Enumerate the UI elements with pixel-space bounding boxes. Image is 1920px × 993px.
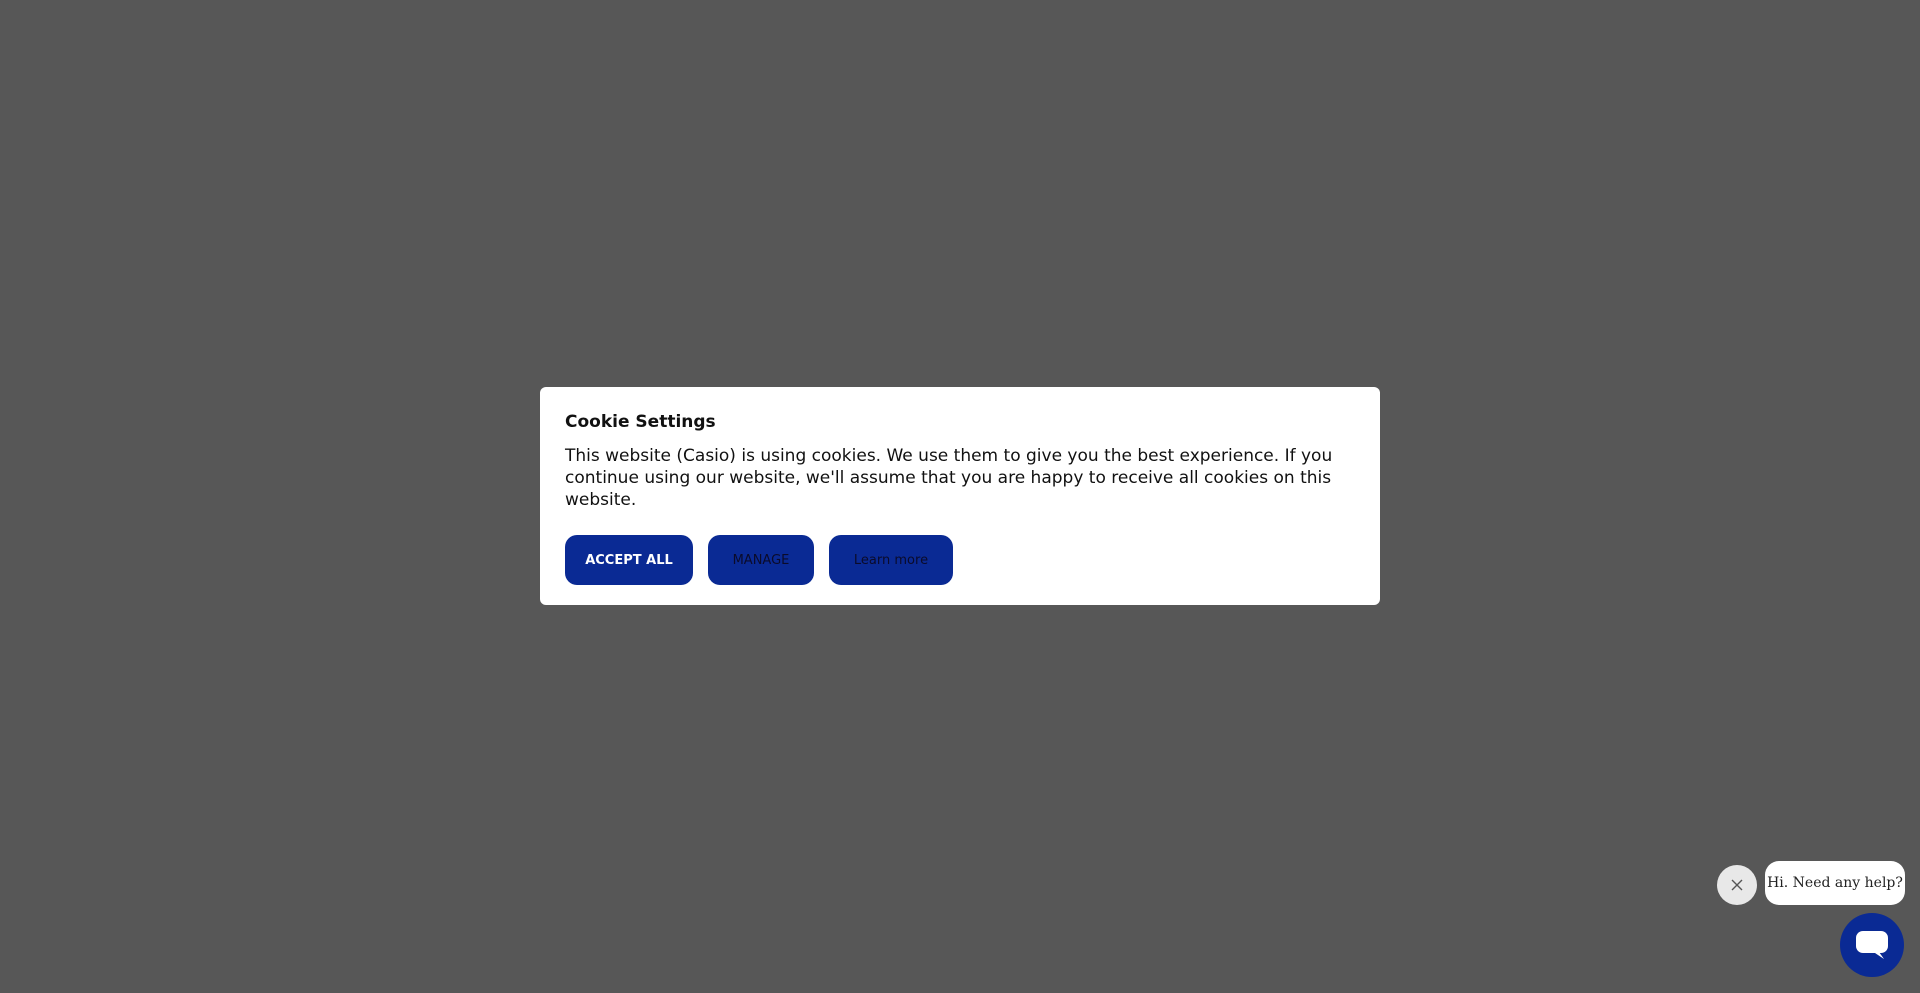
accept-all-button[interactable]: ACCEPT ALL — [565, 535, 693, 585]
learn-more-button[interactable]: Learn more — [829, 535, 953, 585]
cookie-button-row: ACCEPT ALL MANAGE Learn more — [565, 535, 953, 585]
cookie-settings-message: This website (Casio) is using cookies. W… — [565, 446, 1333, 510]
chat-greeting-text: Hi. Need any help? — [1767, 875, 1903, 891]
chat-icon — [1856, 931, 1888, 959]
chat-greeting-bubble[interactable]: Hi. Need any help? — [1765, 861, 1905, 905]
chat-dismiss-button[interactable] — [1717, 865, 1757, 905]
manage-button[interactable]: MANAGE — [708, 535, 814, 585]
cookie-settings-title: Cookie Settings — [565, 412, 716, 432]
cookie-settings-dialog: Cookie Settings This website (Casio) is … — [540, 387, 1380, 605]
chat-launcher-button[interactable] — [1840, 913, 1904, 977]
close-icon — [1731, 879, 1743, 891]
